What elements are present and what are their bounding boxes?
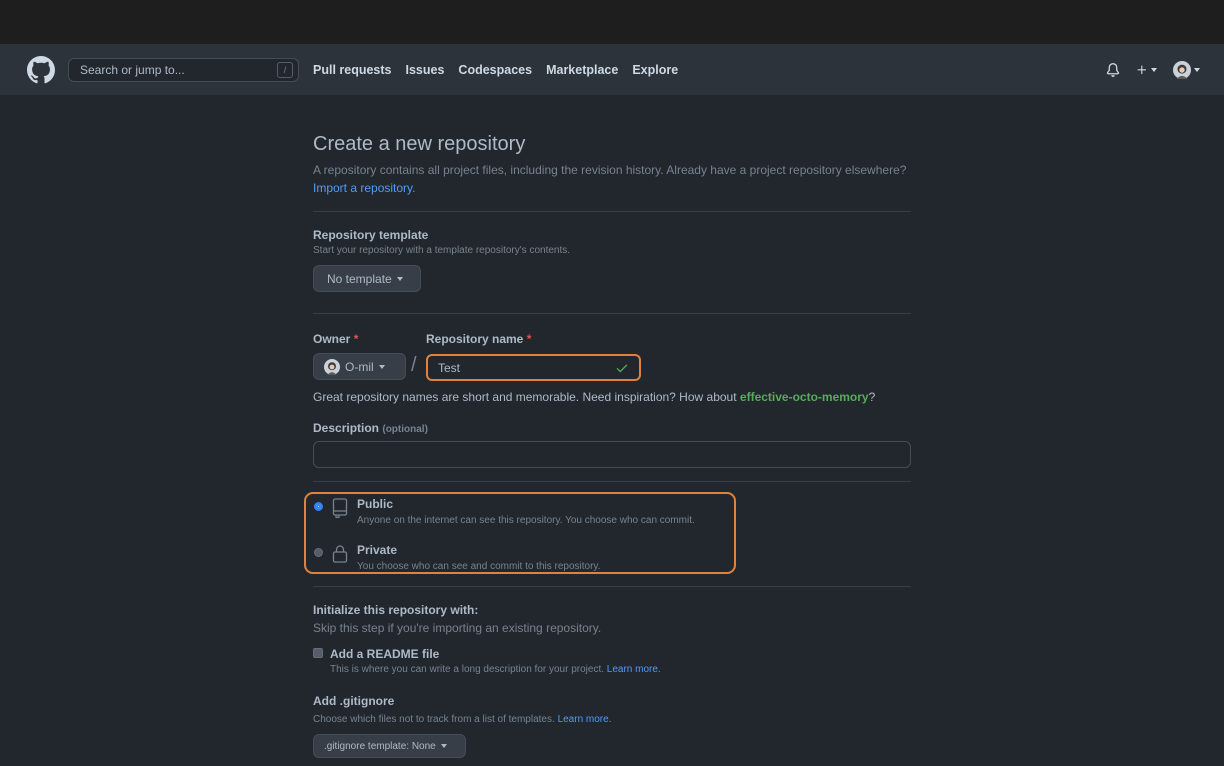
template-label: Repository template	[313, 228, 429, 242]
divider	[313, 481, 911, 482]
user-menu[interactable]	[1173, 60, 1200, 79]
plus-icon	[1137, 65, 1147, 74]
readme-checkbox[interactable]	[313, 648, 323, 658]
public-note: Anyone on the internet can see this repo…	[357, 515, 695, 526]
nav-pull-requests[interactable]: Pull requests	[313, 63, 392, 77]
create-new-menu[interactable]	[1136, 64, 1157, 76]
github-logo-icon[interactable]	[27, 56, 55, 84]
required-mark: *	[526, 332, 532, 346]
owner-value: O-mil	[345, 359, 374, 374]
gitignore-learn-more-link[interactable]: Learn more.	[558, 714, 612, 725]
repo-name-label: Repository name *	[426, 332, 531, 346]
description-input[interactable]	[313, 441, 911, 468]
template-note: Start your repository with a template re…	[313, 245, 571, 256]
repository-name-input[interactable]: Test	[426, 354, 641, 381]
chevron-down-icon	[1194, 67, 1200, 72]
repo-name-label-text: Repository name	[426, 332, 524, 346]
page-title: Create a new repository	[313, 133, 526, 155]
private-radio[interactable]	[314, 548, 323, 557]
global-header: Search or jump to... / Pull requests Iss…	[0, 44, 1224, 95]
public-radio[interactable]	[314, 502, 323, 511]
repository-name-value: Test	[438, 360, 461, 375]
nav-explore[interactable]: Explore	[632, 63, 678, 77]
gitignore-note: Choose which files not to track from a l…	[313, 714, 611, 725]
avatar	[324, 358, 340, 375]
suggestion-text: Great repository names are short and mem…	[313, 390, 737, 404]
readme-note: This is where you can write a long descr…	[330, 664, 661, 675]
required-mark: *	[353, 332, 359, 346]
owner-label-text: Owner	[313, 332, 351, 346]
chevron-down-icon	[1151, 67, 1157, 72]
repo-icon	[332, 498, 348, 518]
subtitle-text: A repository contains all project files,…	[313, 163, 907, 177]
owner-repo-separator: /	[411, 354, 417, 376]
private-option: Private You choose who can see and commi…	[357, 543, 600, 572]
nav-issues[interactable]: Issues	[406, 63, 445, 77]
gitignore-template-button[interactable]: .gitignore template: None	[313, 734, 466, 758]
global-nav: Pull requests Issues Codespaces Marketpl…	[313, 44, 678, 95]
window-top-strip	[0, 0, 1224, 44]
owner-select-button[interactable]: O-mil	[313, 353, 406, 380]
init-note: Skip this step if you're importing an ex…	[313, 621, 602, 635]
chevron-down-icon	[396, 276, 403, 281]
chevron-down-icon	[440, 744, 447, 748]
template-select-button[interactable]: No template	[313, 265, 421, 292]
private-label: Private	[357, 543, 398, 557]
nav-marketplace[interactable]: Marketplace	[546, 63, 618, 77]
lock-icon	[332, 545, 348, 563]
suggestion-end: ?	[868, 390, 876, 404]
private-note: You choose who can see and commit to thi…	[357, 561, 601, 572]
readme-note-text: This is where you can write a long descr…	[330, 664, 605, 675]
divider	[313, 211, 911, 212]
divider	[313, 313, 911, 314]
gitignore-note-text: Choose which files not to track from a l…	[313, 714, 555, 725]
gitignore-button-label: .gitignore template: None	[324, 740, 436, 752]
template-button-label: No template	[327, 271, 392, 286]
page-subtitle: A repository contains all project files,…	[313, 161, 911, 197]
optional-note: (optional)	[382, 424, 428, 435]
avatar	[1173, 60, 1191, 79]
name-suggestion: Great repository names are short and mem…	[313, 390, 933, 404]
search-input[interactable]: Search or jump to... /	[68, 58, 299, 82]
search-placeholder: Search or jump to...	[80, 63, 185, 77]
import-repository-link[interactable]: Import a repository.	[313, 181, 415, 195]
search-shortcut-key: /	[277, 62, 293, 78]
gitignore-label: Add .gitignore	[313, 694, 395, 708]
chevron-down-icon	[378, 364, 385, 369]
public-label: Public	[357, 497, 394, 511]
template-section: Repository template Start your repositor…	[313, 228, 570, 256]
owner-label: Owner *	[313, 332, 358, 346]
public-option: Public Anyone on the internet can see th…	[357, 497, 695, 526]
check-icon	[616, 364, 628, 373]
init-title: Initialize this repository with:	[313, 603, 479, 617]
readme-learn-more-link[interactable]: Learn more.	[607, 664, 661, 675]
description-label-text: Description	[313, 421, 380, 435]
divider	[313, 586, 911, 587]
description-label: Description (optional)	[313, 421, 428, 435]
notifications-bell-icon[interactable]	[1106, 62, 1120, 77]
nav-codespaces[interactable]: Codespaces	[458, 63, 532, 77]
readme-label: Add a README file	[330, 647, 440, 661]
suggested-name-link[interactable]: effective-octo-memory	[740, 390, 869, 404]
header-actions	[1106, 44, 1200, 95]
